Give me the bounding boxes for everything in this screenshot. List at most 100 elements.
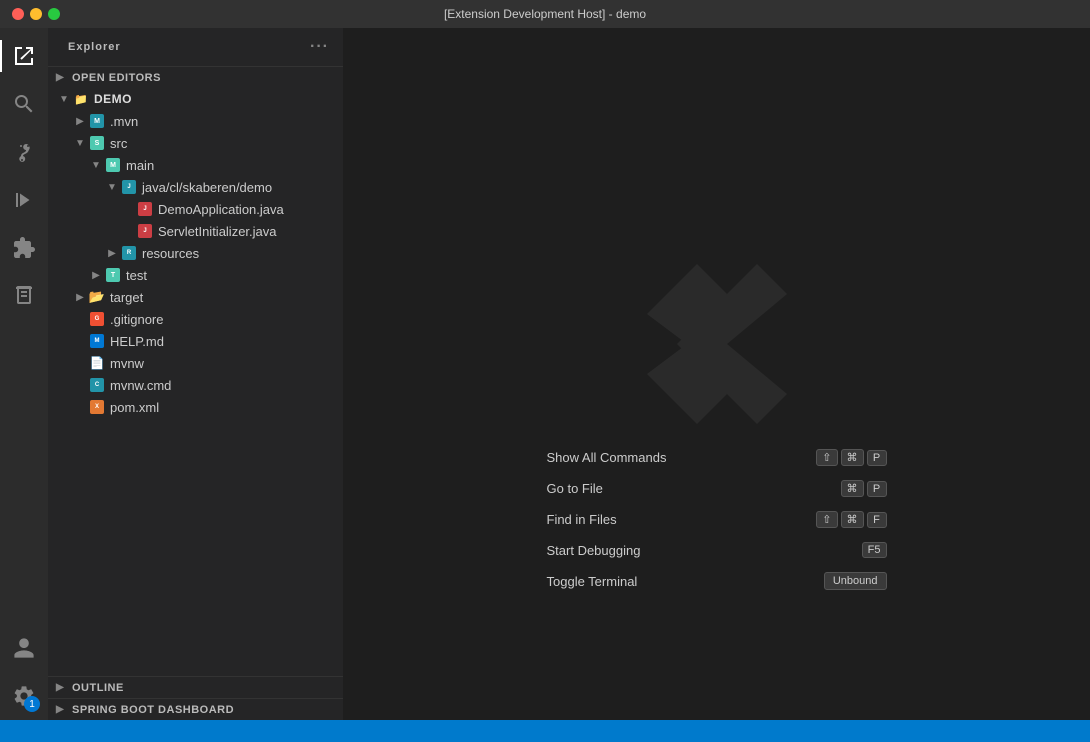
command-start-debugging: Start Debugging F5	[547, 542, 887, 558]
servlet-item[interactable]: ▶ J ServletInitializer.java	[48, 220, 343, 242]
find-in-files-label: Find in Files	[547, 512, 617, 527]
activity-search[interactable]	[0, 80, 48, 128]
outline-arrow: ▶	[56, 682, 72, 693]
activity-account[interactable]	[0, 624, 48, 672]
start-debugging-label: Start Debugging	[547, 543, 641, 558]
test-item[interactable]: ▶ T test	[48, 264, 343, 286]
mvnw-icon: 📄	[88, 354, 106, 372]
mvn-item[interactable]: ▶ M .mvn	[48, 110, 343, 132]
main-arrow: ▼	[88, 160, 104, 171]
p-key: P	[867, 450, 887, 466]
p-key-2: P	[867, 481, 887, 497]
resources-folder-icon: R	[120, 244, 138, 262]
find-in-files-keys: ⇧ ⌘ F	[816, 511, 886, 528]
demo-arrow: ▼	[56, 94, 72, 105]
go-to-file-keys: ⌘ P	[841, 480, 887, 497]
command-show-all: Show All Commands ⇧ ⌘ P	[547, 449, 887, 466]
unbound-key: Unbound	[824, 572, 887, 590]
test-label: test	[126, 268, 147, 283]
welcome-commands: Show All Commands ⇧ ⌘ P Go to File ⌘ P F…	[343, 449, 1090, 590]
demo-root-item[interactable]: ▼ 📁 DEMO	[48, 88, 343, 110]
target-folder-icon: 📂	[88, 288, 106, 306]
gitignore-icon: G	[88, 310, 106, 328]
pom-icon: X	[88, 398, 106, 416]
command-find-in-files: Find in Files ⇧ ⌘ F	[547, 511, 887, 528]
resources-arrow: ▶	[104, 248, 120, 259]
sidebar: Explorer ··· ▶ Open Editors ▼ 📁 DEMO ▶ M	[48, 28, 343, 720]
src-arrow: ▼	[72, 138, 88, 149]
mvnw-cmd-icon: C	[88, 376, 106, 394]
main-label: main	[126, 158, 154, 173]
target-label: target	[110, 290, 143, 305]
src-item[interactable]: ▼ S src	[48, 132, 343, 154]
mvn-folder-icon: M	[88, 112, 106, 130]
spring-boot-arrow: ▶	[56, 704, 72, 715]
gitignore-label: .gitignore	[110, 312, 163, 327]
demo-app-label: DemoApplication.java	[158, 202, 284, 217]
open-editors-label: Open Editors	[72, 72, 161, 84]
activity-manage[interactable]: 1	[0, 672, 48, 720]
cmd-key: ⌘	[841, 449, 864, 466]
main-folder-icon: M	[104, 156, 122, 174]
sidebar-title: Explorer	[68, 41, 121, 53]
java-path-folder-icon: J	[120, 178, 138, 196]
command-toggle-terminal: Toggle Terminal Unbound	[547, 572, 887, 590]
mvn-arrow: ▶	[72, 116, 88, 127]
activity-extensions[interactable]	[0, 224, 48, 272]
test-arrow: ▶	[88, 270, 104, 281]
main-item[interactable]: ▼ M main	[48, 154, 343, 176]
activity-testing[interactable]	[0, 272, 48, 320]
target-item[interactable]: ▶ 📂 target	[48, 286, 343, 308]
mvnw-label: mvnw	[110, 356, 144, 371]
cmd-key-3: ⌘	[841, 511, 864, 528]
src-folder-icon: S	[88, 134, 106, 152]
mvn-label: .mvn	[110, 114, 138, 129]
titlebar: [Extension Development Host] - demo	[0, 0, 1090, 28]
toggle-terminal-keys: Unbound	[824, 572, 887, 590]
java-path-item[interactable]: ▼ J java/cl/skaberen/demo	[48, 176, 343, 198]
demo-app-item[interactable]: ▶ J DemoApplication.java	[48, 198, 343, 220]
more-actions-icon[interactable]: ···	[308, 36, 331, 58]
demo-folder-icon: 📁	[72, 90, 90, 108]
spring-boot-label: Spring Boot Dashboard	[72, 704, 234, 716]
pom-label: pom.xml	[110, 400, 159, 415]
activity-source-control[interactable]	[0, 128, 48, 176]
sidebar-bottom: ▶ Outline ▶ Spring Boot Dashboard	[48, 676, 343, 720]
window-title: [Extension Development Host] - demo	[444, 7, 646, 21]
activity-bar: 1	[0, 28, 48, 720]
java-path-arrow: ▼	[104, 182, 120, 193]
close-button[interactable]	[12, 8, 24, 20]
sidebar-header: Explorer ···	[48, 28, 343, 66]
servlet-label: ServletInitializer.java	[158, 224, 277, 239]
outline-label: Outline	[72, 682, 124, 694]
resources-label: resources	[142, 246, 199, 261]
sidebar-content: ▶ Open Editors ▼ 📁 DEMO ▶ M .mvn ▼	[48, 66, 343, 676]
mvnw-cmd-label: mvnw.cmd	[110, 378, 171, 393]
open-editors-arrow: ▶	[56, 72, 72, 83]
open-editors-section[interactable]: ▶ Open Editors	[48, 66, 343, 88]
toggle-terminal-label: Toggle Terminal	[547, 574, 638, 589]
go-to-file-label: Go to File	[547, 481, 603, 496]
test-folder-icon: T	[104, 266, 122, 284]
outline-section[interactable]: ▶ Outline	[48, 676, 343, 698]
f-key: F	[867, 512, 887, 528]
activity-run[interactable]	[0, 176, 48, 224]
pom-item[interactable]: ▶ X pom.xml	[48, 396, 343, 418]
status-bar	[0, 720, 1090, 742]
activity-explorer[interactable]	[0, 32, 48, 80]
resources-item[interactable]: ▶ R resources	[48, 242, 343, 264]
demo-label: DEMO	[94, 92, 132, 106]
gitignore-item[interactable]: ▶ G .gitignore	[48, 308, 343, 330]
demo-app-icon: J	[136, 200, 154, 218]
src-label: src	[110, 136, 127, 151]
help-item[interactable]: ▶ M HELP.md	[48, 330, 343, 352]
minimize-button[interactable]	[30, 8, 42, 20]
traffic-lights	[12, 8, 60, 20]
maximize-button[interactable]	[48, 8, 60, 20]
help-label: HELP.md	[110, 334, 164, 349]
mvnw-item[interactable]: ▶ 📄 mvnw	[48, 352, 343, 374]
servlet-icon: J	[136, 222, 154, 240]
spring-boot-section[interactable]: ▶ Spring Boot Dashboard	[48, 698, 343, 720]
cmd-key-2: ⌘	[841, 480, 864, 497]
mvnw-cmd-item[interactable]: ▶ C mvnw.cmd	[48, 374, 343, 396]
